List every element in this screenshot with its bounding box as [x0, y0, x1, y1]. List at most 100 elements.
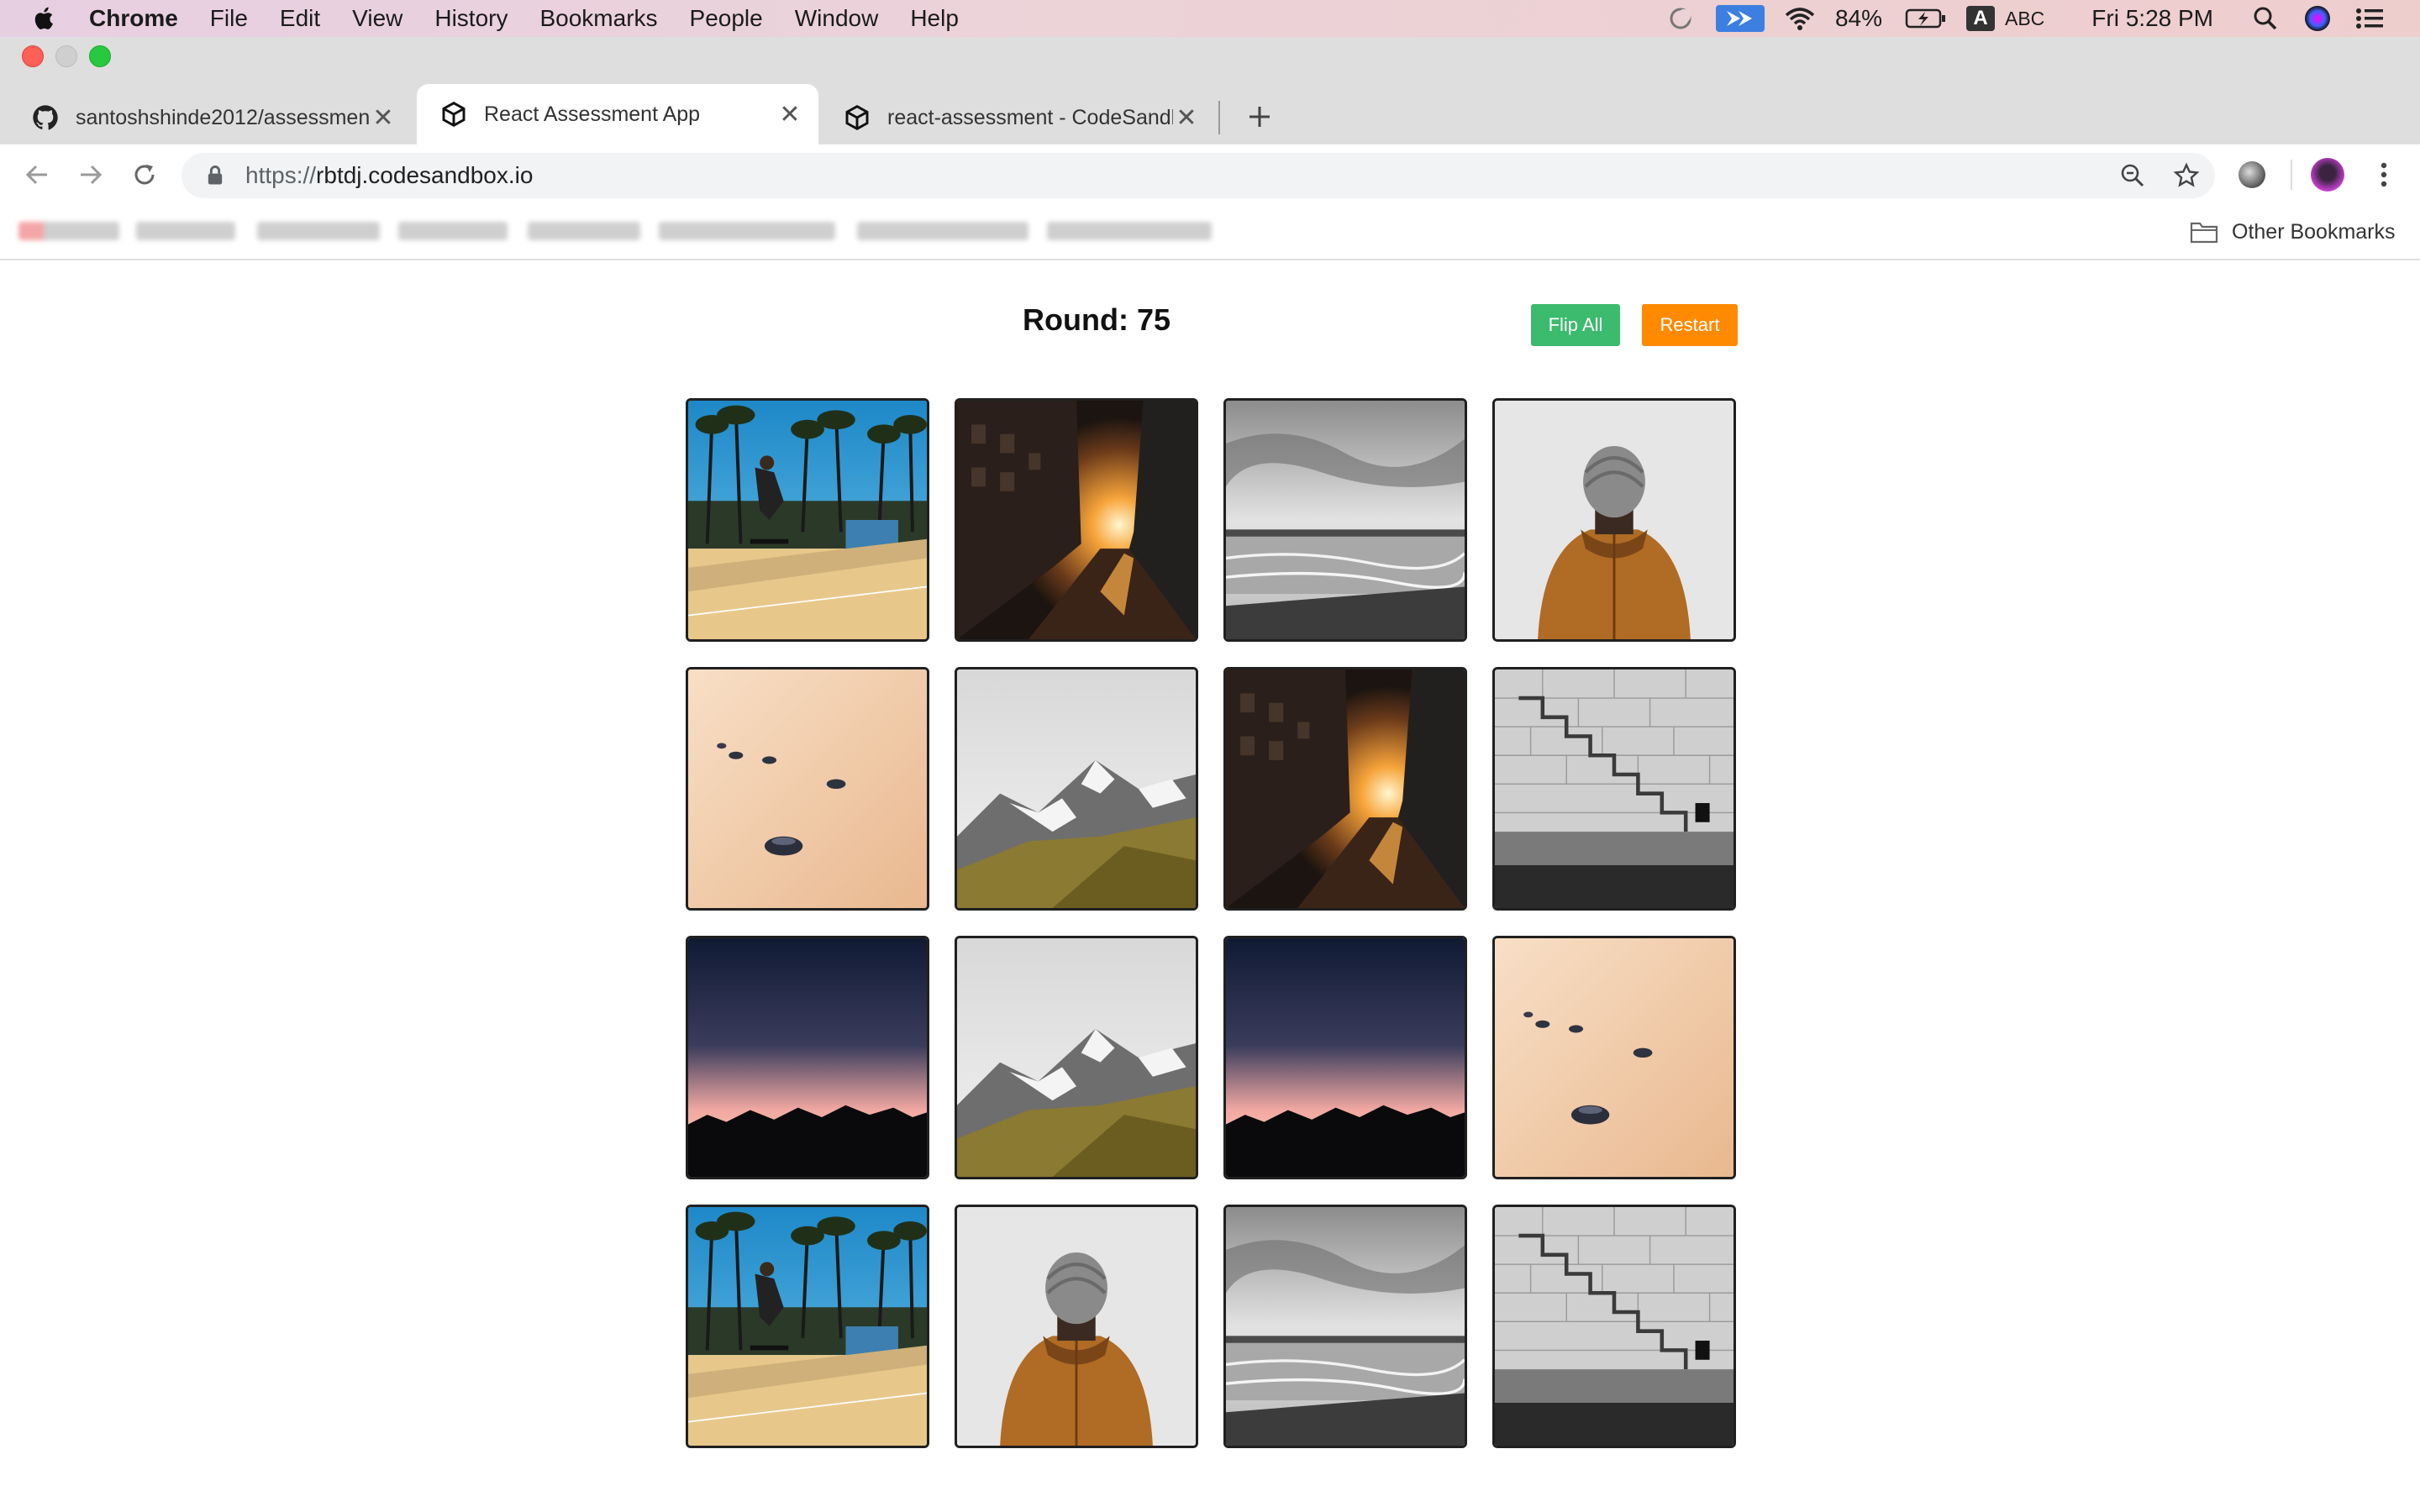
github-icon — [33, 105, 58, 130]
zoom-icon[interactable] — [2116, 159, 2149, 192]
memory-card-skateboarder-palms[interactable] — [686, 398, 929, 642]
memory-card-bw-stairs-wall[interactable] — [1492, 1205, 1736, 1448]
bookmark-item-blurred[interactable] — [18, 222, 119, 240]
forward-button[interactable] — [72, 156, 109, 193]
memory-card-dusk-mountains[interactable] — [686, 936, 929, 1179]
minimize-window-button[interactable] — [55, 45, 77, 67]
memory-card-snowy-mountain[interactable] — [955, 667, 1198, 911]
menu-window[interactable]: Window — [795, 5, 879, 32]
profile-avatar[interactable] — [2311, 158, 2344, 192]
menu-view[interactable]: View — [352, 5, 402, 32]
other-bookmarks-label: Other Bookmarks — [2232, 219, 2396, 244]
memory-card-snowy-mountain[interactable] — [955, 936, 1198, 1179]
tab-close-icon[interactable]: ✕ — [776, 101, 803, 129]
extension-icon[interactable] — [2238, 161, 2265, 188]
zoom-window-button[interactable] — [89, 45, 111, 67]
card-image — [957, 401, 1196, 639]
toolbar-divider — [2291, 160, 2292, 190]
bookmark-item-blurred[interactable] — [1047, 222, 1212, 240]
notification-center-icon[interactable] — [2353, 5, 2386, 32]
round-counter: Round: 75 — [1023, 302, 1171, 337]
card-image — [1226, 401, 1465, 639]
flip-all-button[interactable]: Flip All — [1531, 304, 1620, 346]
memory-card-bw-beach[interactable] — [1223, 1205, 1467, 1448]
url-scheme: https:// — [245, 162, 317, 188]
menu-edit[interactable]: Edit — [280, 5, 320, 32]
address-bar[interactable]: https:// rbtdj.codesandbox.io — [182, 153, 2215, 198]
card-image — [1495, 669, 1733, 908]
menubar-clock[interactable]: Fri 5:28 PM — [2091, 5, 2213, 32]
card-image — [688, 401, 927, 639]
codesandbox-icon — [442, 101, 466, 128]
input-source-label[interactable]: ABC — [2005, 8, 2044, 30]
tab-divider — [1218, 101, 1220, 134]
reload-button[interactable] — [126, 156, 163, 193]
card-image — [957, 1207, 1196, 1446]
bookmark-item-blurred[interactable] — [257, 222, 380, 240]
restart-button[interactable]: Restart — [1642, 304, 1738, 346]
tab-close-icon[interactable]: ✕ — [370, 104, 397, 132]
memory-card-bw-stairs-wall[interactable] — [1492, 667, 1736, 911]
bookmark-star-icon[interactable] — [2170, 159, 2203, 192]
tab-codesandbox[interactable]: react-assessment - CodeSandb ✕ — [820, 91, 1215, 144]
memory-card-sand-pebbles[interactable] — [686, 667, 929, 911]
spotlight-search-icon[interactable] — [2249, 5, 2282, 32]
folder-icon — [2190, 222, 2218, 244]
bookmark-item-blurred[interactable] — [136, 222, 235, 240]
bookmark-item-blurred[interactable] — [398, 222, 508, 240]
plus-icon — [1249, 107, 1270, 127]
card-image — [688, 669, 927, 908]
tab-react-assessment[interactable]: React Assessment App ✕ — [417, 84, 818, 144]
bookmark-item-blurred[interactable] — [528, 222, 640, 240]
card-image — [1226, 938, 1465, 1177]
back-button[interactable] — [18, 156, 55, 193]
menu-app-name[interactable]: Chrome — [89, 5, 178, 32]
reload-icon — [134, 165, 155, 185]
tab-title: react-assessment - CodeSandb — [887, 105, 1173, 129]
menu-people[interactable]: People — [690, 5, 763, 32]
macos-menubar: Chrome File Edit View History Bookmarks … — [0, 0, 2420, 37]
tab-close-icon[interactable]: ✕ — [1173, 104, 1200, 132]
menu-file[interactable]: File — [210, 5, 248, 32]
card-image — [1495, 938, 1733, 1177]
bookmark-item-blurred[interactable] — [659, 222, 835, 240]
menu-help[interactable]: Help — [910, 5, 959, 32]
memory-card-dusk-mountains[interactable] — [1223, 936, 1467, 1179]
card-image — [1495, 1207, 1733, 1446]
card-image — [1226, 1207, 1465, 1446]
memory-card-sunset-street[interactable] — [955, 398, 1198, 642]
memory-card-sunset-street[interactable] — [1223, 667, 1467, 911]
codesandbox-icon — [845, 104, 869, 131]
card-image — [957, 938, 1196, 1177]
moon-icon[interactable] — [1664, 5, 1697, 32]
battery-charging-icon[interactable] — [1904, 5, 1948, 32]
battery-percent: 84% — [1834, 5, 1882, 31]
card-image — [1226, 669, 1465, 908]
window-titlebar[interactable] — [0, 37, 2420, 74]
new-tab-button[interactable] — [1240, 97, 1279, 136]
menu-bookmarks[interactable]: Bookmarks — [539, 5, 657, 32]
browser-menu-button[interactable] — [2371, 158, 2396, 192]
memory-card-bw-beach[interactable] — [1223, 398, 1467, 642]
siri-icon[interactable] — [2301, 5, 2334, 32]
close-window-button[interactable] — [22, 45, 44, 67]
memory-card-hooded-person[interactable] — [1492, 398, 1736, 642]
arrow-right-icon — [81, 165, 103, 185]
input-source-icon[interactable]: A — [1966, 6, 1995, 31]
memory-card-skateboarder-palms[interactable] — [686, 1205, 929, 1448]
bookmark-item-blurred[interactable] — [857, 222, 1028, 240]
url-host: rbtdj.codesandbox.io — [316, 162, 534, 188]
tab-title: React Assessment App — [484, 102, 701, 126]
other-bookmarks[interactable]: Other Bookmarks — [2190, 213, 2396, 250]
menu-history[interactable]: History — [434, 5, 508, 32]
lock-icon[interactable] — [203, 164, 227, 187]
screen-share-icon[interactable] — [1715, 5, 1765, 32]
card-image — [688, 938, 927, 1177]
wifi-icon[interactable] — [1783, 5, 1817, 32]
tab-github[interactable]: santoshshinde2012/assessmen ✕ — [8, 91, 412, 144]
memory-card-hooded-person[interactable] — [955, 1205, 1198, 1448]
apple-icon[interactable] — [30, 4, 59, 33]
memory-card-sand-pebbles[interactable] — [1492, 936, 1736, 1179]
arrow-left-icon — [25, 165, 47, 185]
card-image — [957, 669, 1196, 908]
